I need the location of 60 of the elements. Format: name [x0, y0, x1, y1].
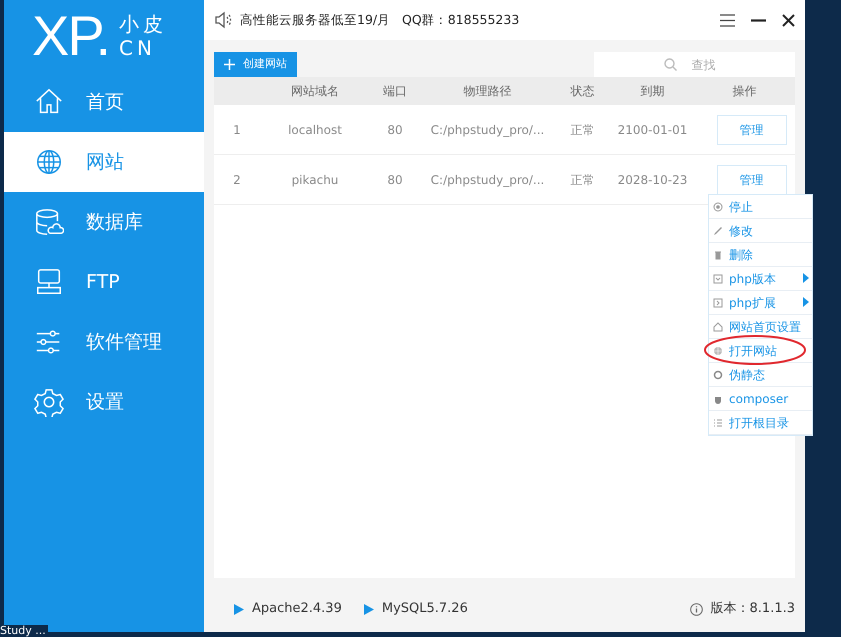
table-cell-text: 2: [232, 172, 242, 188]
minimize-icon[interactable]: [751, 18, 766, 22]
home-icon: [713, 322, 723, 332]
submenu-arrow-icon: [803, 273, 809, 283]
logo-subtitle: 小皮: [119, 12, 168, 36]
manage-button[interactable]: 管理: [716, 164, 786, 194]
column-header: 操作: [732, 83, 758, 100]
create-site-button[interactable]: 创建网站: [214, 52, 297, 77]
info-icon: [690, 602, 703, 616]
column-header: 到期: [640, 83, 666, 100]
globe-icon: [713, 346, 723, 356]
stop-icon: [713, 202, 723, 212]
logo-text: XP.: [32, 8, 110, 64]
table-cell-text: 正常: [570, 172, 596, 188]
table-cell-text: 1: [232, 122, 242, 138]
database-icon: [34, 207, 64, 237]
manage-button[interactable]: 管理: [716, 114, 786, 144]
ring-icon: [713, 370, 723, 380]
globe-icon: [34, 147, 64, 177]
search-field[interactable]: 查找: [594, 52, 795, 77]
table-cell-text: localhost: [287, 122, 343, 138]
table-cell-text: 80: [386, 122, 404, 138]
desktop-icon-label[interactable]: Study ...: [0, 625, 48, 637]
speaker-icon: [214, 11, 232, 29]
version-text: 版本：8.1.1.3: [710, 600, 795, 618]
sidebar-item[interactable]: 软件管理: [4, 312, 204, 372]
table-cell-text: 80: [386, 172, 404, 188]
menu-icon[interactable]: [720, 14, 735, 26]
logo-subtitle: CN: [119, 36, 157, 60]
monitor-icon: [34, 267, 64, 297]
play-icon: [364, 604, 374, 614]
trash-icon: [713, 250, 723, 260]
notice-text: 高性能云服务器低至19/月 QQ群：818555233: [240, 10, 520, 29]
table-cell-text: 正常: [570, 122, 596, 138]
search-icon: [664, 58, 677, 71]
sidebar-item[interactable]: 首页: [4, 72, 204, 132]
sidebar-item[interactable]: FTP: [4, 252, 204, 312]
settings-icon: [34, 387, 64, 417]
service-status: Apache2.4.39: [234, 599, 342, 619]
play-icon: [234, 604, 244, 614]
table-cell-text: C:/phpstudy_pro/...: [430, 172, 546, 188]
file-icon: [713, 274, 723, 284]
table-cell-text: C:/phpstudy_pro/...: [430, 122, 546, 138]
close-icon[interactable]: [782, 14, 795, 26]
file-icon: [713, 298, 723, 308]
column-header: 物理路径: [462, 83, 512, 100]
list-icon: [713, 418, 723, 428]
table-cell-text: 2028-10-23: [616, 172, 688, 188]
column-header: 状态: [570, 83, 596, 100]
pencil-icon: [713, 226, 723, 236]
sidebar-item[interactable]: 数据库: [4, 192, 204, 252]
service-status: MySQL5.7.26: [364, 599, 468, 619]
sidebar-item[interactable]: 设置: [4, 372, 204, 432]
column-header: 网站域名: [290, 83, 340, 100]
table-cell-text: pikachu: [290, 172, 340, 188]
sidebar-item[interactable]: 网站: [4, 132, 204, 192]
submenu-arrow-icon: [803, 297, 809, 307]
column-header: 端口: [382, 83, 408, 100]
plus-icon: [224, 59, 235, 70]
table-cell-text: 2100-01-01: [616, 122, 688, 138]
